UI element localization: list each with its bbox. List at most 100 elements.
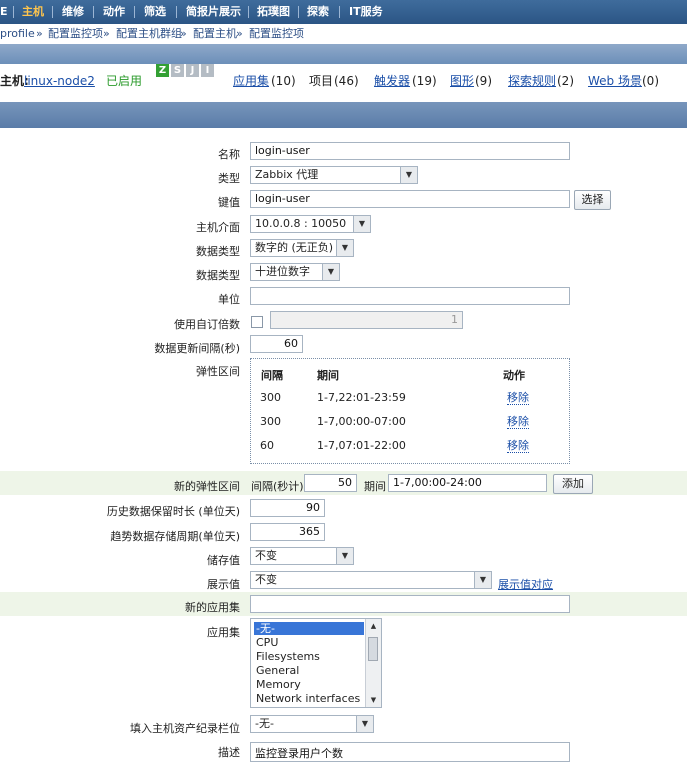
units-input[interactable] bbox=[250, 287, 570, 305]
discovery-rules-link[interactable]: 探索规则 bbox=[508, 64, 556, 98]
add-flexible-button[interactable]: 添加 bbox=[553, 474, 593, 494]
jmx-icon: J bbox=[186, 64, 199, 77]
breadcrumb-separator: » bbox=[180, 27, 187, 40]
triggers-count: (19) bbox=[412, 74, 437, 88]
applications-count: (10) bbox=[271, 74, 296, 88]
update-interval-label: 数据更新间隔(秒) bbox=[154, 342, 240, 355]
nav-item-hosts[interactable]: 主机 bbox=[22, 0, 44, 24]
multiplier-label: 使用自订倍数 bbox=[174, 318, 240, 331]
multiplier-input[interactable]: 1 bbox=[270, 311, 463, 329]
description-label: 描述 bbox=[218, 746, 240, 759]
key-input[interactable]: login-user bbox=[250, 190, 570, 208]
listbox-scrollbar[interactable]: ▲ ▼ bbox=[365, 619, 381, 707]
new-period-input[interactable]: 1-7,00:00-24:00 bbox=[388, 474, 547, 492]
flexible-interval-cell: 300 bbox=[260, 415, 281, 428]
show-value-select-value: 不变 bbox=[255, 573, 277, 586]
nav-item-maintenance[interactable]: 维修 bbox=[62, 0, 84, 24]
flexible-period-cell: 1-7,22:01-23:59 bbox=[317, 391, 406, 404]
ipmi-icon: I bbox=[201, 64, 214, 77]
store-value-label: 储存值 bbox=[207, 554, 240, 567]
application-option[interactable]: Filesystems bbox=[254, 650, 364, 663]
show-value-select[interactable]: 不变 ▼ bbox=[250, 571, 492, 589]
interface-select[interactable]: 10.0.0.8 : 10050 ▼ bbox=[250, 215, 371, 233]
nav-item-partial[interactable]: E bbox=[0, 0, 8, 24]
multiplier-checkbox[interactable] bbox=[251, 316, 263, 328]
application-option[interactable]: Memory bbox=[254, 678, 364, 691]
breadcrumb-separator: » bbox=[36, 27, 43, 40]
key-label: 键值 bbox=[218, 196, 240, 209]
scrollbar-thumb[interactable] bbox=[368, 637, 378, 661]
interface-label: 主机介面 bbox=[196, 221, 240, 234]
chevron-down-icon: ▼ bbox=[474, 572, 491, 588]
breadcrumb-item[interactable]: 配置主机群组 bbox=[116, 24, 182, 43]
host-name-link[interactable]: linux-node2 bbox=[24, 64, 95, 98]
update-interval-input[interactable]: 60 bbox=[250, 335, 303, 353]
flexible-interval-cell: 60 bbox=[260, 439, 274, 452]
zabbix-agent-icon: Z bbox=[156, 64, 169, 77]
chevron-down-icon: ▼ bbox=[336, 240, 353, 256]
type-select[interactable]: Zabbix 代理 ▼ bbox=[250, 166, 418, 184]
remove-link[interactable]: 移除 bbox=[507, 392, 529, 405]
new-application-label: 新的应用集 bbox=[185, 601, 240, 614]
type-select-value: Zabbix 代理 bbox=[255, 168, 319, 181]
new-application-input[interactable] bbox=[250, 595, 570, 613]
remove-link[interactable]: 移除 bbox=[507, 416, 529, 429]
chevron-down-icon: ▼ bbox=[400, 167, 417, 183]
scroll-down-icon[interactable]: ▼ bbox=[366, 693, 381, 707]
nav-item-filters[interactable]: 筛选 bbox=[144, 0, 166, 24]
description-textarea[interactable]: 监控登录用户个数 bbox=[250, 742, 570, 762]
data-type-select[interactable]: 数字的 (无正负) ▼ bbox=[250, 239, 354, 257]
inventory-select-value: -无- bbox=[255, 717, 274, 730]
name-input[interactable]: login-user bbox=[250, 142, 570, 160]
breadcrumb-item[interactable]: 配置主机 bbox=[193, 24, 237, 43]
nav-separator bbox=[93, 6, 94, 18]
chevron-down-icon: ▼ bbox=[336, 548, 353, 564]
header-bar bbox=[0, 44, 687, 64]
breadcrumb-item[interactable]: profile bbox=[0, 24, 35, 43]
select-key-button[interactable]: 选择 bbox=[574, 190, 611, 210]
nav-item-discovery[interactable]: 探索 bbox=[307, 0, 329, 24]
store-value-select-value: 不变 bbox=[255, 549, 277, 562]
flexible-period-cell: 1-7,07:01-22:00 bbox=[317, 439, 406, 452]
top-nav: E 主机 维修 动作 筛选 简报片展示 拓璞图 探索 IT服务 bbox=[0, 0, 687, 24]
nav-item-maps[interactable]: 拓璞图 bbox=[257, 0, 290, 24]
scroll-up-icon[interactable]: ▲ bbox=[366, 619, 381, 633]
application-option[interactable]: Network interfaces bbox=[254, 692, 364, 705]
value-mapping-link[interactable]: 展示值对应 bbox=[498, 576, 553, 592]
new-interval-input[interactable]: 50 bbox=[304, 474, 357, 492]
chevron-down-icon: ▼ bbox=[356, 716, 373, 732]
application-option[interactable]: -无- bbox=[254, 622, 364, 635]
flexible-intervals-label: 弹性区间 bbox=[196, 365, 240, 378]
column-header-interval: 间隔 bbox=[261, 369, 283, 382]
nav-item-slides[interactable]: 简报片展示 bbox=[186, 0, 241, 24]
nav-item-actions[interactable]: 动作 bbox=[103, 0, 125, 24]
application-option[interactable]: General bbox=[254, 664, 364, 677]
breadcrumb-item[interactable]: 配置监控项 bbox=[48, 24, 103, 43]
applications-link[interactable]: 应用集 bbox=[233, 64, 269, 98]
breadcrumb: profile » 配置监控项 » 配置主机群组 » 配置主机 » 配置监控项 bbox=[0, 24, 687, 45]
trends-input[interactable]: 365 bbox=[250, 523, 325, 541]
graphs-link[interactable]: 图形 bbox=[450, 64, 474, 98]
breadcrumb-item[interactable]: 配置监控项 bbox=[249, 24, 304, 43]
name-label: 名称 bbox=[218, 148, 240, 161]
units-label: 单位 bbox=[218, 293, 240, 306]
remove-link[interactable]: 移除 bbox=[507, 440, 529, 453]
interface-select-value: 10.0.0.8 : 10050 bbox=[255, 217, 347, 230]
type-label: 类型 bbox=[218, 172, 240, 185]
column-header-period: 期间 bbox=[317, 369, 339, 382]
applications-listbox[interactable]: -无- CPU Filesystems General Memory Netwo… bbox=[250, 618, 382, 708]
new-period-label: 期间 bbox=[364, 480, 386, 493]
triggers-link[interactable]: 触发器 bbox=[374, 64, 410, 98]
items-label: 项目 bbox=[309, 74, 334, 88]
data-format-select[interactable]: 十进位数字 ▼ bbox=[250, 263, 340, 281]
inventory-label: 填入主机资产纪录栏位 bbox=[130, 722, 240, 735]
new-flexible-label: 新的弹性区间 bbox=[174, 480, 240, 493]
web-scenarios-link[interactable]: Web 场景 bbox=[588, 64, 642, 98]
application-option[interactable]: CPU bbox=[254, 636, 364, 649]
nav-item-it-services[interactable]: IT服务 bbox=[349, 0, 383, 24]
inventory-select[interactable]: -无- ▼ bbox=[250, 715, 374, 733]
store-value-select[interactable]: 不变 ▼ bbox=[250, 547, 354, 565]
new-interval-label: 间隔(秒计) bbox=[251, 480, 304, 493]
host-status[interactable]: 已启用 bbox=[106, 64, 142, 98]
history-input[interactable]: 90 bbox=[250, 499, 325, 517]
